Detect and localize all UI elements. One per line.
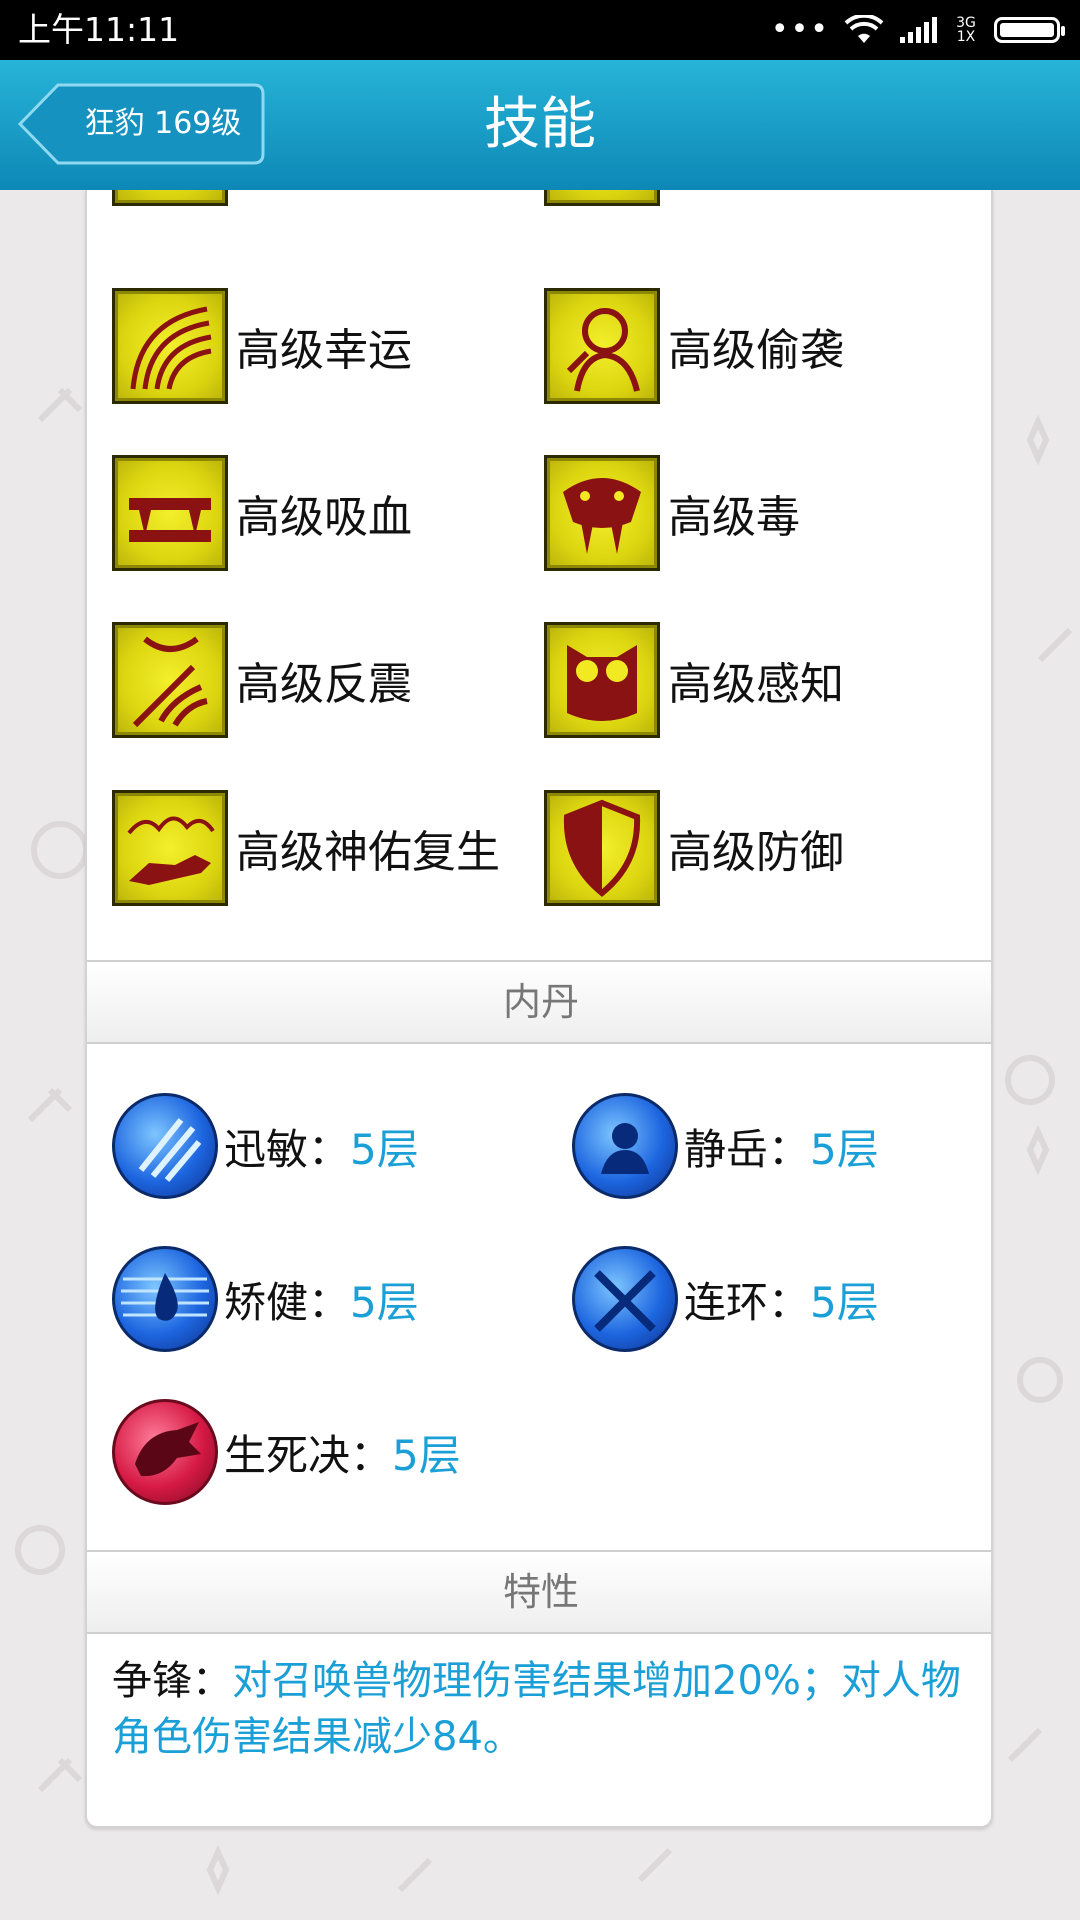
rainbow-arcs-icon <box>112 288 228 404</box>
overflow-dots-icon: ••• <box>770 12 830 47</box>
skill-item[interactable]: 高级防御 <box>544 788 844 908</box>
skill-item[interactable]: 高级反震 <box>112 620 412 740</box>
neidan-item[interactable]: 静岳：5层 <box>572 1091 879 1201</box>
spirit-wolf-icon <box>112 790 228 906</box>
claw-slash-icon <box>112 1093 218 1199</box>
skill-item[interactable]: 高级幸运 <box>112 286 412 406</box>
snake-head-icon <box>544 455 660 571</box>
skill-icon-cut <box>112 190 228 206</box>
content-card: 高级幸运 高级偷袭 高级吸血 高级毒 高级反震 高级感知 高级神佑复生 高级防御… <box>85 190 993 1828</box>
neidan-item[interactable]: 生死决：5层 <box>112 1397 461 1507</box>
hooded-figure-icon <box>544 288 660 404</box>
skill-icon-cut <box>544 190 660 206</box>
shock-wave-icon <box>112 622 228 738</box>
neidan-item[interactable]: 迅敏：5层 <box>112 1091 419 1201</box>
water-drop-icon <box>112 1246 218 1352</box>
back-button[interactable]: 狂豹 169级 <box>16 82 266 166</box>
skills-grid: 高级幸运 高级偷袭 高级吸血 高级毒 高级反震 高级感知 高级神佑复生 高级防御 <box>87 190 991 960</box>
signal-icon <box>900 17 937 43</box>
back-button-label: 狂豹 169级 <box>84 106 242 141</box>
status-icons: ••• 3G 1X <box>770 10 1065 50</box>
network-type: 3G 1X <box>956 15 976 45</box>
skill-item[interactable]: 高级毒 <box>544 453 800 573</box>
neidan-item[interactable]: 连环：5层 <box>572 1244 879 1354</box>
battery-icon <box>994 17 1065 43</box>
neidan-item[interactable]: 矫健：5层 <box>112 1244 419 1354</box>
skill-item[interactable]: 高级神佑复生 <box>112 788 500 908</box>
skill-item[interactable]: 高级吸血 <box>112 453 412 573</box>
skill-item[interactable]: 高级偷袭 <box>544 286 844 406</box>
skill-item[interactable]: 高级感知 <box>544 620 844 740</box>
top-header: 狂豹 169级 技能 <box>0 60 1080 190</box>
neidan-section-header: 内丹 <box>87 960 991 1044</box>
dragon-head-icon <box>112 1399 218 1505</box>
trait-description: 对召唤兽物理伤害结果增加20%；对人物角色伤害结果减少84。 <box>112 1658 961 1760</box>
fangs-icon <box>112 455 228 571</box>
status-time: 上午11:11 <box>18 10 180 49</box>
wifi-icon <box>844 15 884 43</box>
crossed-swords-icon <box>572 1246 678 1352</box>
meditating-figure-icon <box>572 1093 678 1199</box>
owl-icon <box>544 622 660 738</box>
trait-text: 争锋：对召唤兽物理伤害结果增加20%；对人物角色伤害结果减少84。 <box>112 1658 961 1760</box>
status-bar: 上午11:11 ••• 3G 1X <box>0 0 1080 60</box>
shield-icon <box>544 790 660 906</box>
trait-name: 争锋 <box>112 1658 192 1704</box>
traits-section-header: 特性 <box>87 1550 991 1634</box>
